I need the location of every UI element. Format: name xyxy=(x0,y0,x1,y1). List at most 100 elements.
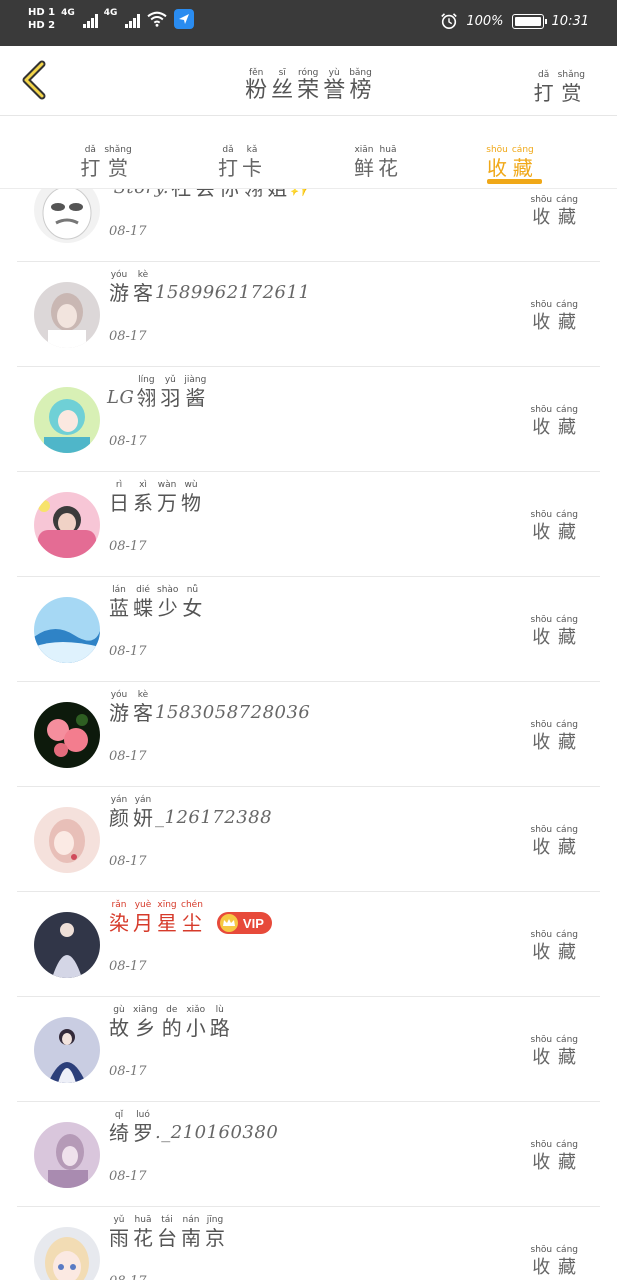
pinyin-label: cáng xyxy=(556,195,578,205)
date-label: 08-17 xyxy=(109,959,147,974)
user-name-suffix: 1583058728036 xyxy=(155,702,311,723)
hanzi-label: 妍 xyxy=(133,806,153,830)
list-item[interactable]: lán 蓝 dié 蝶 shào 少 nǚ 女 08-17 shōu 收 cáng 藏 xyxy=(17,577,600,682)
avatar[interactable] xyxy=(34,282,100,348)
signal-icon xyxy=(82,10,98,28)
list-item[interactable]: rǎn 染 yuè 月 xīng 星 chén 尘 VIP 08-17 shōu 收 cáng 藏 xyxy=(17,892,600,997)
hanzi-with-pinyin: shào 少 xyxy=(157,585,178,621)
list-item[interactable]: LG líng 翎 yǔ 羽 jiàng 酱 08-17 shōu 收 cáng 藏 xyxy=(17,367,600,472)
avatar[interactable] xyxy=(34,387,100,453)
hanzi-label: 客 xyxy=(133,701,153,725)
hanzi-with-pinyin: cáng 藏 xyxy=(556,195,578,231)
date-label: 08-17 xyxy=(109,854,147,869)
tab-flowers[interactable]: xiān 鲜 huā 花 xyxy=(336,137,416,181)
hanzi-with-pinyin: shōu 收 xyxy=(486,145,508,181)
hanzi-label: 绮 xyxy=(109,1121,129,1145)
avatar[interactable] xyxy=(34,492,100,558)
hanzi-label: 系 xyxy=(133,491,153,515)
hanzi-with-pinyin: bǎng 榜 xyxy=(349,68,372,104)
pinyin-label: wù xyxy=(184,480,198,490)
avatar[interactable] xyxy=(34,189,100,243)
network-type-2: 4G xyxy=(103,8,118,18)
pinyin-label: yóu xyxy=(110,270,128,280)
battery-icon xyxy=(511,13,547,29)
hanzi-with-pinyin: xiān 鲜 xyxy=(354,145,374,181)
hanzi-label: 丝 xyxy=(271,78,294,103)
list-item[interactable]: qǐ 绮 luó 罗 ._210160380 08-17 shōu 收 cáng 藏 xyxy=(17,1102,600,1207)
hanzi-with-pinyin: cáng 藏 xyxy=(556,720,578,756)
pinyin-label: yuè xyxy=(134,900,152,910)
hanzi-with-pinyin: dǎ 打 xyxy=(534,70,554,106)
hanzi-with-pinyin: kè 客 xyxy=(133,690,153,726)
date-label: 08-17 xyxy=(109,644,147,659)
pinyin-label: cáng xyxy=(556,1245,578,1255)
list-item[interactable]: rì 日 xì 系 wàn 万 wù 物 08-17 shōu 收 cáng 藏 xyxy=(17,472,600,577)
hanzi-label: 颜 xyxy=(109,806,129,830)
list-item[interactable]: yán 颜 yán 妍 _126172388 08-17 shōu 收 cáng 藏 xyxy=(17,787,600,892)
hanzi-label: 收 xyxy=(532,207,551,228)
tab-collect[interactable]: shōu 收 cáng 藏 xyxy=(470,137,550,181)
collect-label: shōu 收 cáng 藏 xyxy=(529,607,581,651)
avatar[interactable] xyxy=(34,1122,100,1188)
reward-action-button[interactable]: dǎ 打 shǎng 赏 xyxy=(532,46,587,106)
pinyin-label: chén xyxy=(181,900,203,910)
date-label: 08-17 xyxy=(109,539,147,554)
avatar[interactable] xyxy=(34,912,100,978)
hanzi-label: 乡 xyxy=(135,1016,156,1040)
hanzi-label: 游 xyxy=(109,701,129,725)
user-name: yǔ 雨 huā 花 tái 台 nán 南 jīng 京 xyxy=(107,1215,227,1251)
pinyin-label: cáng xyxy=(556,300,578,310)
list-item[interactable]: -Story.社会你翎姐✨ 08-17 shōu 收 cáng 藏 xyxy=(17,189,600,262)
avatar[interactable] xyxy=(34,1017,100,1083)
battery-percent: 100% xyxy=(466,13,504,29)
hanzi-with-pinyin: dié 蝶 xyxy=(133,585,153,621)
collect-label: shōu 收 cáng 藏 xyxy=(529,1132,581,1176)
tab-checkin[interactable]: dǎ 打 kǎ 卡 xyxy=(200,137,280,181)
hanzi-with-pinyin: shōu 收 xyxy=(531,1035,553,1071)
hanzi-label: 卡 xyxy=(242,156,262,180)
pinyin-label: cáng xyxy=(556,1140,578,1150)
hanzi-label: 少 xyxy=(157,596,178,620)
hanzi-label: 罗 xyxy=(133,1121,153,1145)
avatar[interactable] xyxy=(34,597,100,663)
date-label: 08-17 xyxy=(109,1064,147,1079)
hanzi-with-pinyin: tái 台 xyxy=(157,1215,177,1251)
hanzi-with-pinyin: líng 翎 xyxy=(136,375,156,411)
hanzi-label: 藏 xyxy=(558,942,577,963)
hanzi-with-pinyin: shōu 收 xyxy=(531,720,553,756)
hanzi-label: 雨 xyxy=(109,1226,129,1250)
avatar[interactable] xyxy=(34,1227,100,1280)
list-item[interactable]: yǔ雨huā花tái台nán南jīng京08-17shōu收cáng藏 xyxy=(17,1207,600,1280)
pinyin-label: rì xyxy=(115,480,123,490)
avatar[interactable] xyxy=(34,702,100,768)
hanzi-with-pinyin: yǔ 羽 xyxy=(160,375,180,411)
hanzi-label: 荣 xyxy=(297,78,320,103)
pinyin-label: cáng xyxy=(556,615,578,625)
user-name: qǐ 绮 luó 罗 ._210160380 xyxy=(107,1110,278,1146)
pinyin-label: shōu xyxy=(530,510,553,520)
pinyin-label: cáng xyxy=(556,1035,578,1045)
pinyin-label: yán xyxy=(134,795,152,805)
tab-reward[interactable]: dǎ 打 shǎng 赏 xyxy=(66,137,146,181)
pinyin-label: shōu xyxy=(530,720,553,730)
hanzi-with-pinyin: cáng 藏 xyxy=(556,1245,578,1280)
avatar[interactable] xyxy=(34,807,100,873)
list-item[interactable]: yóu 游 kè 客 1583058728036 08-17 shōu 收 cáng 藏 xyxy=(17,682,600,787)
hanzi-label: 你 xyxy=(219,189,239,201)
hanzi-label: 收 xyxy=(532,417,551,438)
hanzi-with-pinyin: xì 系 xyxy=(133,480,153,516)
pinyin-label: kè xyxy=(137,270,149,280)
hanzi-with-pinyin: cáng 藏 xyxy=(556,930,578,966)
pinyin-label: nán xyxy=(182,1215,200,1225)
hanzi-with-pinyin: gù 故 xyxy=(109,1005,129,1041)
hanzi-label: 的 xyxy=(161,1016,182,1040)
list-item[interactable]: yóu 游 kè 客 15899621726​11 08-17 shōu 收 cáng 藏 xyxy=(17,262,600,367)
hanzi-label: 榜 xyxy=(349,78,372,103)
hanzi-with-pinyin: huā 花 xyxy=(133,1215,153,1251)
pinyin-label: xiān xyxy=(354,145,374,155)
list-item[interactable]: gù 故 xiāng 乡 de 的 xiǎo 小 lù 路 08-17 shōu 收 cáng 藏 xyxy=(17,997,600,1102)
pinyin-label: kè xyxy=(137,690,149,700)
hanzi-with-pinyin: de 的 xyxy=(162,1005,182,1041)
pinyin-label: dǎ xyxy=(84,145,96,155)
pinyin-label: yóu xyxy=(110,690,128,700)
